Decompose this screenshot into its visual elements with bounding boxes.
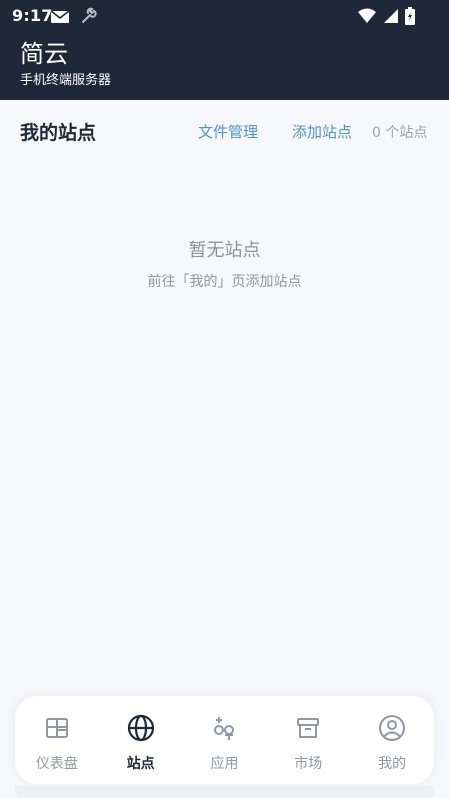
empty-state-hint: 前往「我的」页添加站点 xyxy=(147,274,302,290)
globe-icon xyxy=(127,714,155,742)
empty-state-title: 暂无站点 xyxy=(188,240,261,261)
nav-label-apps: 应用 xyxy=(210,756,239,772)
status-left-icons xyxy=(50,7,98,29)
wifi-icon xyxy=(357,8,377,28)
bottom-nav: 仪表盘 站点 应用 市场 我的 xyxy=(15,696,434,784)
nav-item-apps[interactable]: 应用 xyxy=(183,696,267,784)
add-site-button[interactable]: 添加站点 xyxy=(292,121,352,142)
apps-icon xyxy=(210,714,238,742)
status-time: 9:17 xyxy=(12,6,53,25)
battery-icon xyxy=(405,7,415,29)
nav-bottom-edge xyxy=(15,786,434,798)
nav-label-sites: 站点 xyxy=(126,756,155,772)
app-subtitle: 手机终端服务器 xyxy=(20,73,112,88)
app-title: 简云 xyxy=(20,40,68,68)
profile-icon xyxy=(378,714,406,742)
dashboard-icon xyxy=(43,714,71,742)
nav-item-profile[interactable]: 我的 xyxy=(350,696,434,784)
wrench-icon xyxy=(80,7,98,29)
nav-label-profile: 我的 xyxy=(378,756,407,772)
site-count: 0 个站点 xyxy=(372,125,428,141)
nav-item-dashboard[interactable]: 仪表盘 xyxy=(15,696,99,784)
status-right-icons xyxy=(357,7,415,29)
nav-item-market[interactable]: 市场 xyxy=(266,696,350,784)
signal-icon xyxy=(383,8,399,28)
status-bar: 9:17 xyxy=(0,0,449,32)
section-title: 我的站点 xyxy=(20,122,97,144)
nav-item-sites[interactable]: 站点 xyxy=(99,696,183,784)
nav-label-dashboard: 仪表盘 xyxy=(35,756,78,772)
nav-label-market: 市场 xyxy=(294,756,323,772)
mail-icon xyxy=(50,9,70,28)
market-box-icon xyxy=(294,714,322,742)
file-manage-button[interactable]: 文件管理 xyxy=(198,121,258,142)
sites-section-header: 我的站点 文件管理 添加站点 0 个站点 xyxy=(0,100,449,160)
app-header: 简云 手机终端服务器 xyxy=(0,32,449,100)
